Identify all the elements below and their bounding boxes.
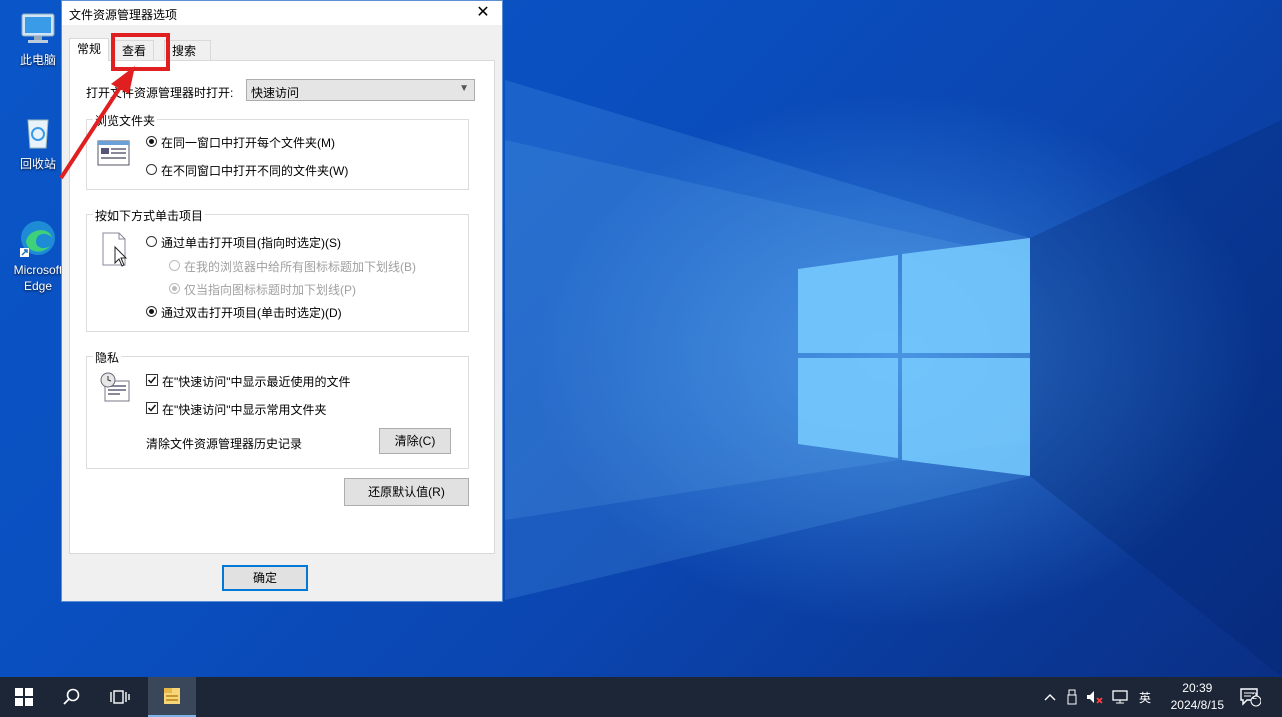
radio-underline-always[interactable] <box>169 260 180 271</box>
radio-single-click[interactable] <box>146 236 157 247</box>
open-explorer-value: 快速访问 <box>251 86 300 100</box>
annotation-arrow <box>59 66 135 180</box>
clear-history-button[interactable]: 清除(C) <box>379 428 451 454</box>
radio-underline-always-label[interactable]: 在我的浏览器中给所有图标标题加下划线(B) <box>184 258 416 275</box>
clear-history-label: 清除文件资源管理器历史记录 <box>146 437 303 451</box>
volume-muted-icon[interactable] <box>1084 677 1106 717</box>
taskbar: 英 20:39 2024/8/15 2 <box>0 677 1282 717</box>
radio-underline-point[interactable] <box>169 283 180 294</box>
radio-same-window[interactable] <box>146 136 157 147</box>
dialog-title: 文件资源管理器选项 <box>69 8 178 22</box>
network-icon[interactable] <box>1110 677 1132 717</box>
tab-search[interactable]: 搜索 <box>164 40 211 61</box>
notification-icon <box>1240 688 1261 707</box>
radio-single-click-label[interactable]: 通过单击打开项目(指向时选定)(S) <box>161 234 341 251</box>
notification-count-badge: 2 <box>1252 691 1258 701</box>
radio-same-window-label[interactable]: 在同一窗口中打开每个文件夹(M) <box>161 134 335 151</box>
tab-label: 搜索 <box>172 44 197 58</box>
input-method-indicator[interactable]: 英 <box>1134 677 1156 717</box>
tab-label: 常规 <box>77 42 102 56</box>
dialog-titlebar: 文件资源管理器选项 ✕ <box>62 1 502 25</box>
chevron-down-icon: ▼ <box>459 83 469 94</box>
search-icon <box>63 688 80 705</box>
recycle-bin-icon <box>18 112 58 152</box>
desktop-icon-this-pc[interactable]: 此电脑 <box>8 8 68 68</box>
checkbox-frequent-folders-label[interactable]: 在"快速访问"中显示常用文件夹 <box>162 401 327 418</box>
file-explorer-icon <box>164 688 180 704</box>
chevron-up-icon[interactable] <box>1040 677 1060 717</box>
computer-icon <box>18 8 58 48</box>
click-items-group: 按如下方式单击项目 通过单击打开项目(指向时选定)(S) 在我的浏览器中给所有图… <box>86 207 469 332</box>
clock-time: 20:39 <box>1182 681 1213 695</box>
privacy-icon <box>100 372 130 402</box>
clock[interactable]: 20:39 2024/8/15 <box>1171 680 1224 714</box>
document-pointer-icon <box>102 232 128 267</box>
checkbox-frequent-folders[interactable] <box>146 402 158 414</box>
ok-button[interactable]: 确定 <box>222 565 308 591</box>
radio-new-window-label[interactable]: 在不同窗口中打开不同的文件夹(W) <box>161 162 348 179</box>
checkbox-recent-files-label[interactable]: 在"快速访问"中显示最近使用的文件 <box>162 373 351 390</box>
usb-device-icon[interactable] <box>1062 677 1082 717</box>
open-explorer-select[interactable]: 快速访问 ▼ <box>246 79 475 101</box>
radio-new-window[interactable] <box>146 164 157 175</box>
clock-date: 2024/8/15 <box>1170 698 1224 712</box>
windows-start-icon <box>15 688 33 706</box>
tab-general[interactable]: 常规 <box>69 38 110 61</box>
windows-logo <box>798 238 1030 476</box>
radio-double-click-label[interactable]: 通过双击打开项目(单击时选定)(D) <box>161 304 342 321</box>
start-button[interactable] <box>0 677 48 717</box>
checkbox-recent-files[interactable] <box>146 374 158 386</box>
radio-double-click[interactable] <box>146 306 157 317</box>
restore-defaults-button[interactable]: 还原默认值(R) <box>344 478 469 506</box>
notification-center-button[interactable]: 2 <box>1234 677 1266 717</box>
edge-icon <box>18 218 58 258</box>
task-view-icon <box>110 690 130 704</box>
click-items-legend: 按如下方式单击项目 <box>93 207 206 224</box>
taskbar-file-explorer[interactable] <box>148 677 196 717</box>
task-view-button[interactable] <box>96 677 144 717</box>
close-icon[interactable]: ✕ <box>464 1 502 25</box>
search-button[interactable] <box>48 677 96 717</box>
privacy-legend: 隐私 <box>93 349 122 366</box>
radio-underline-point-label[interactable]: 仅当指向图标标题时加下划线(P) <box>184 281 356 298</box>
privacy-group: 隐私 在"快速访问"中显示最近使用的文件 在"快速访问"中显示常用文件夹 清除文… <box>86 349 469 469</box>
